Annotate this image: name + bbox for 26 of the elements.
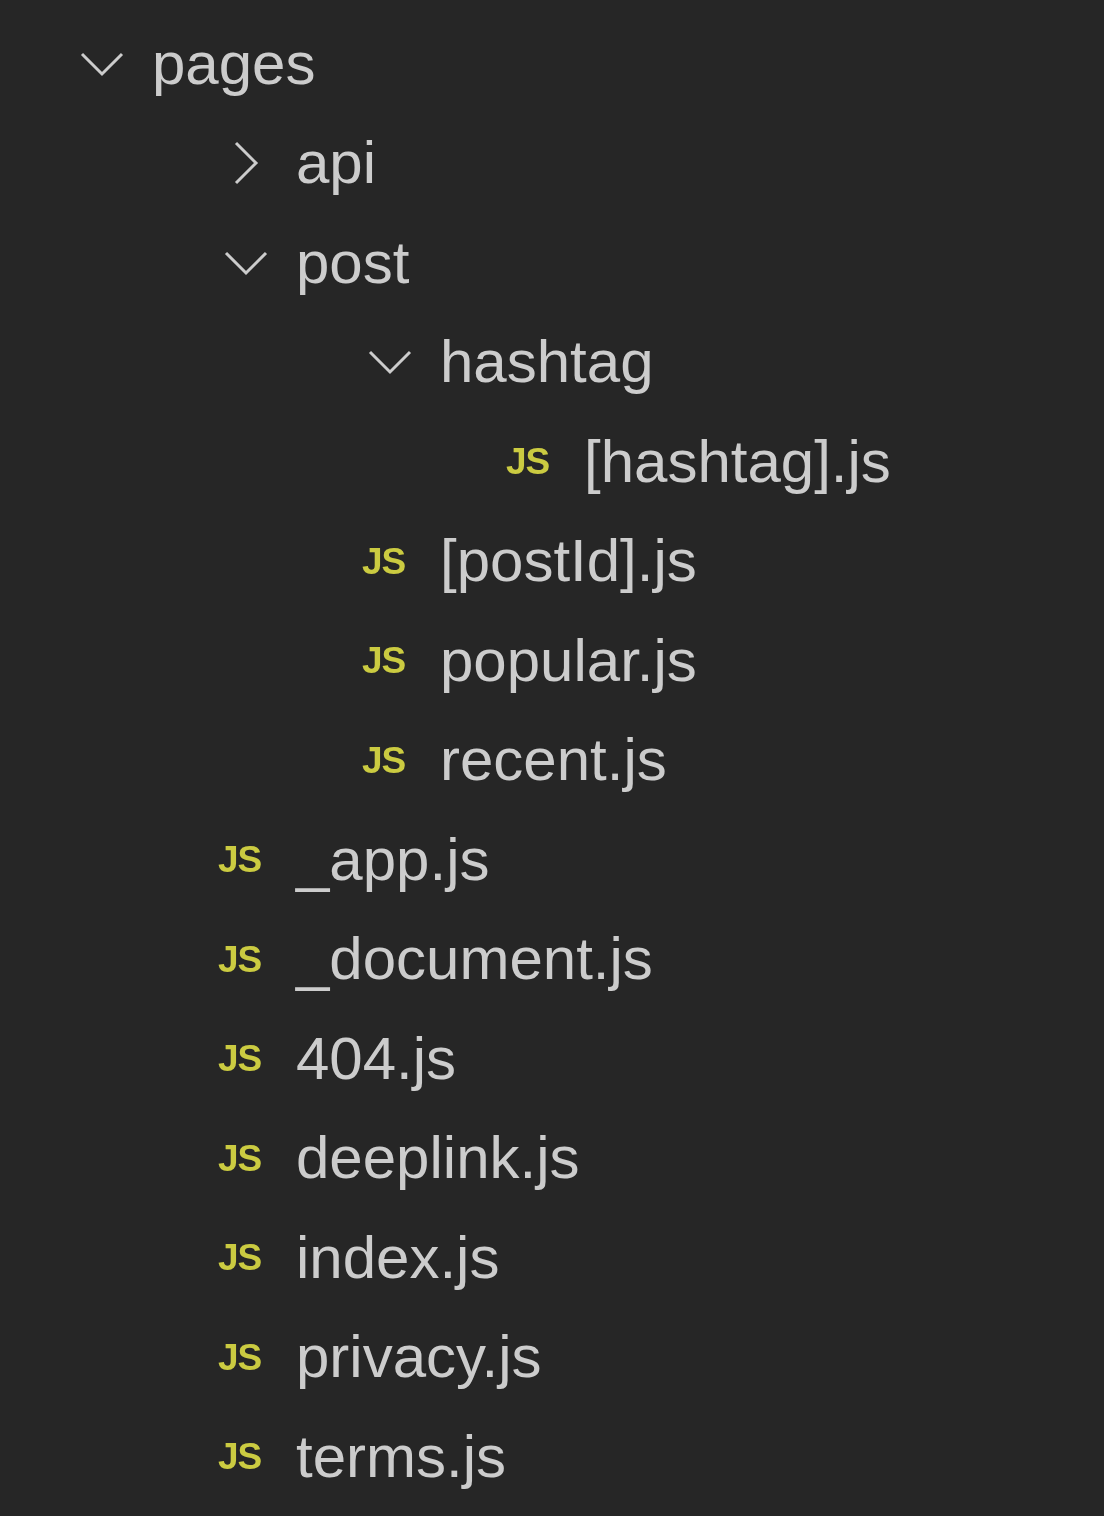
js-file-icon: JS [506, 443, 550, 481]
file-name[interactable]: _document.js [296, 926, 653, 993]
js-file-icon: JS [362, 741, 406, 779]
folder-name[interactable]: hashtag [440, 329, 654, 396]
file-name[interactable]: popular.js [440, 627, 697, 694]
js-file-icon: JS [218, 1139, 262, 1177]
js-file-icon: JS [218, 841, 262, 879]
file-name[interactable]: privacy.js [296, 1324, 542, 1391]
folder-name[interactable]: pages [152, 30, 316, 97]
file-name[interactable]: [hashtag].js [584, 428, 891, 495]
file-name[interactable]: deeplink.js [296, 1125, 580, 1192]
js-file-icon: JS [362, 642, 406, 680]
js-file-icon: JS [362, 542, 406, 580]
file-name[interactable]: recent.js [440, 727, 667, 794]
file-name[interactable]: 404.js [296, 1025, 457, 1092]
file-name[interactable]: _app.js [296, 826, 490, 893]
js-file-icon: JS [218, 1239, 262, 1277]
folder-name[interactable]: api [296, 130, 377, 197]
file-name[interactable]: index.js [296, 1224, 500, 1291]
js-file-icon: JS [218, 1338, 262, 1376]
folder-name[interactable]: post [296, 229, 410, 296]
file-name[interactable]: terms.js [296, 1423, 506, 1490]
file-name[interactable]: [postId].js [440, 528, 697, 595]
js-file-icon: JS [218, 1438, 262, 1476]
js-file-icon: JS [218, 1040, 262, 1078]
js-file-icon: JS [218, 940, 262, 978]
